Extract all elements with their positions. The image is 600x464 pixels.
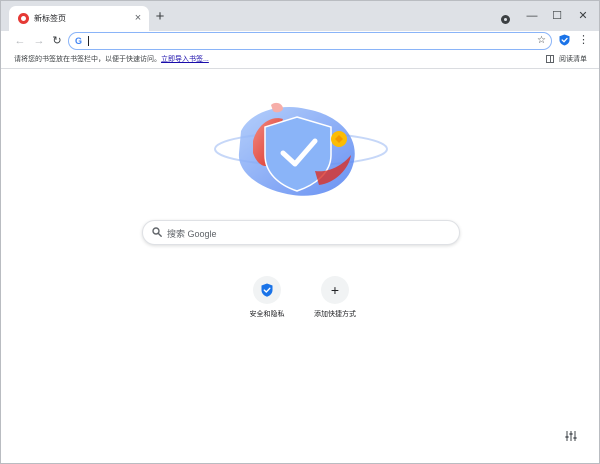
tab-new-tab[interactable]: 新标签页 × [9,6,149,31]
close-window-button[interactable]: ✕ [572,7,594,25]
address-bar[interactable]: G ☆ [68,32,552,50]
search-placeholder: 搜索 Google [167,229,217,239]
maximize-button[interactable]: ☐ [546,7,568,25]
browser-logo-icon [18,13,29,24]
search-box[interactable]: 搜索 Google [142,220,460,245]
bookmark-bar: 请将您的书签放在书签栏中，以便于快速访问。 立即导入书签... 阅读清单 [1,51,599,69]
media-control-icon[interactable] [501,15,510,24]
tab-close-icon[interactable]: × [132,12,144,24]
google-logo-icon: G [75,36,83,46]
minimize-button[interactable]: — [521,7,543,25]
plus-icon: + [330,282,340,298]
shield-check-icon [261,283,273,297]
customize-page-icon[interactable] [564,429,578,443]
shortcut-label: 安全和隐私 [249,311,285,318]
shortcut-icon-circle: + [321,276,349,304]
bookmark-bar-hint: 请将您的书签放在书签栏中，以便于快速访问。 [14,56,161,63]
reading-list-label[interactable]: 阅读清单 [559,54,587,64]
import-bookmarks-link[interactable]: 立即导入书签... [161,54,209,64]
shortcut-tile-add-shortcut[interactable]: + 添加快捷方式 [303,276,367,324]
browser-menu-icon[interactable]: ⋮ [578,33,589,47]
reading-list-icon[interactable] [546,55,554,63]
security-extension-icon[interactable] [559,34,570,46]
toolbar: ← → ↻ G ☆ [1,31,599,51]
shortcut-label: 添加快捷方式 [314,311,356,318]
text-caret [88,36,89,46]
security-shield-illustration [214,102,388,196]
bookmark-star-icon[interactable]: ☆ [537,34,546,48]
search-icon [152,227,162,237]
new-tab-button[interactable]: + [151,8,169,26]
reload-button[interactable]: ↻ [49,33,65,49]
browser-window: 新标签页 × + — ☐ ✕ ← → ↻ G ☆ ⋮ 请将您的书签放在书签栏中，… [0,0,600,464]
tab-strip: 新标签页 × + — ☐ ✕ [1,1,599,31]
forward-button[interactable]: → [31,33,47,49]
shortcut-icon-circle [253,276,281,304]
tab-title: 新标签页 [34,14,66,23]
shortcut-tile-security-privacy[interactable]: 安全和隐私 [235,276,299,324]
back-button[interactable]: ← [12,33,28,49]
